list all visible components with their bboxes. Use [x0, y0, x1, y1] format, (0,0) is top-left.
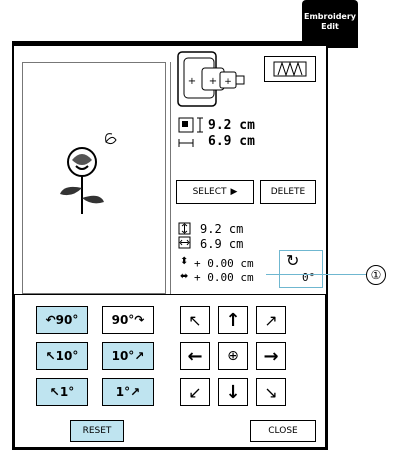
svg-text:+: +	[224, 77, 232, 87]
rotate-left-fine-icon: ↖	[49, 385, 60, 399]
rotate-right-90-button[interactable]: 90° ↷	[102, 306, 154, 334]
embroidery-edit-tab[interactable]: Embroidery Edit	[302, 0, 358, 48]
rotate-left-icon: ↶	[45, 313, 56, 327]
dimension-icons	[178, 222, 191, 249]
rose-pattern-icon	[60, 133, 117, 214]
rotate-left-10-button[interactable]: ↖ 10°	[36, 342, 88, 370]
delete-label: DELETE	[270, 187, 306, 197]
callout-number: ①	[366, 265, 386, 285]
arrow-right-icon: →	[263, 345, 279, 367]
move-up-right-button[interactable]: ↗	[256, 306, 286, 334]
callout-line	[266, 274, 366, 275]
pattern-height: 9.2 cm	[208, 118, 255, 133]
select-label: SELECT	[192, 187, 227, 197]
rotate-right-icon: ↷	[134, 313, 145, 327]
info-height: 9.2 cm	[200, 222, 244, 236]
density-icon	[273, 61, 307, 77]
rotate-left-small-icon: ↖	[45, 349, 56, 363]
reset-button[interactable]: RESET	[70, 420, 124, 442]
move-down-button[interactable]: ↓	[218, 378, 248, 406]
horizontal-offset: + 0.00 cm	[194, 271, 254, 284]
svg-text:+: +	[188, 76, 196, 87]
reset-label: RESET	[82, 426, 112, 436]
size-icon	[178, 117, 203, 147]
move-left-button[interactable]: ←	[180, 342, 210, 370]
center-icon: ⊕	[227, 348, 239, 364]
arrow-up-icon: ↑	[225, 309, 241, 331]
pattern-width: 6.9 cm	[208, 134, 255, 149]
rotate-left-90-button[interactable]: ↶ 90°	[36, 306, 88, 334]
move-down-right-button[interactable]: ↘	[256, 378, 286, 406]
horizontal-offset-icon: ⬌	[180, 271, 189, 282]
arrow-down-left-icon: ↙	[188, 382, 202, 402]
arrow-up-right-icon: ↗	[264, 310, 278, 330]
move-right-button[interactable]: →	[256, 342, 286, 370]
play-icon: ▶	[230, 187, 238, 197]
tab-label-line1: Embroidery	[303, 12, 357, 21]
close-button[interactable]: CLOSE	[250, 420, 316, 442]
hoop-size-icon: + + +	[177, 51, 245, 107]
move-center-button[interactable]: ⊕	[218, 342, 248, 370]
select-button[interactable]: SELECT ▶	[176, 180, 254, 204]
arrow-up-left-icon: ↖	[188, 310, 202, 330]
svg-text:+: +	[209, 76, 217, 87]
info-width: 6.9 cm	[200, 237, 244, 251]
vertical-offset: + 0.00 cm	[194, 257, 254, 270]
preview-divider	[170, 62, 171, 294]
rotate-right-small-icon: ↗	[134, 349, 145, 363]
move-down-left-button[interactable]: ↙	[180, 378, 210, 406]
move-up-left-button[interactable]: ↖	[180, 306, 210, 334]
tab-label-line2: Edit	[321, 22, 339, 31]
arrow-down-right-icon: ↘	[264, 382, 278, 402]
close-label: CLOSE	[268, 426, 298, 436]
rotate-left-1-button[interactable]: ↖ 1°	[36, 378, 88, 406]
arrow-left-icon: ←	[187, 345, 203, 367]
rotate-right-fine-icon: ↗	[130, 385, 141, 399]
callout-highlight	[279, 250, 323, 288]
delete-button[interactable]: DELETE	[260, 180, 316, 204]
vertical-offset-icon: ⬍	[180, 256, 189, 267]
thread-density-button[interactable]	[264, 56, 316, 82]
rotate-right-10-button[interactable]: 10° ↗	[102, 342, 154, 370]
rotate-right-1-button[interactable]: 1° ↗	[102, 378, 154, 406]
arrow-down-icon: ↓	[225, 381, 241, 403]
move-up-button[interactable]: ↑	[218, 306, 248, 334]
